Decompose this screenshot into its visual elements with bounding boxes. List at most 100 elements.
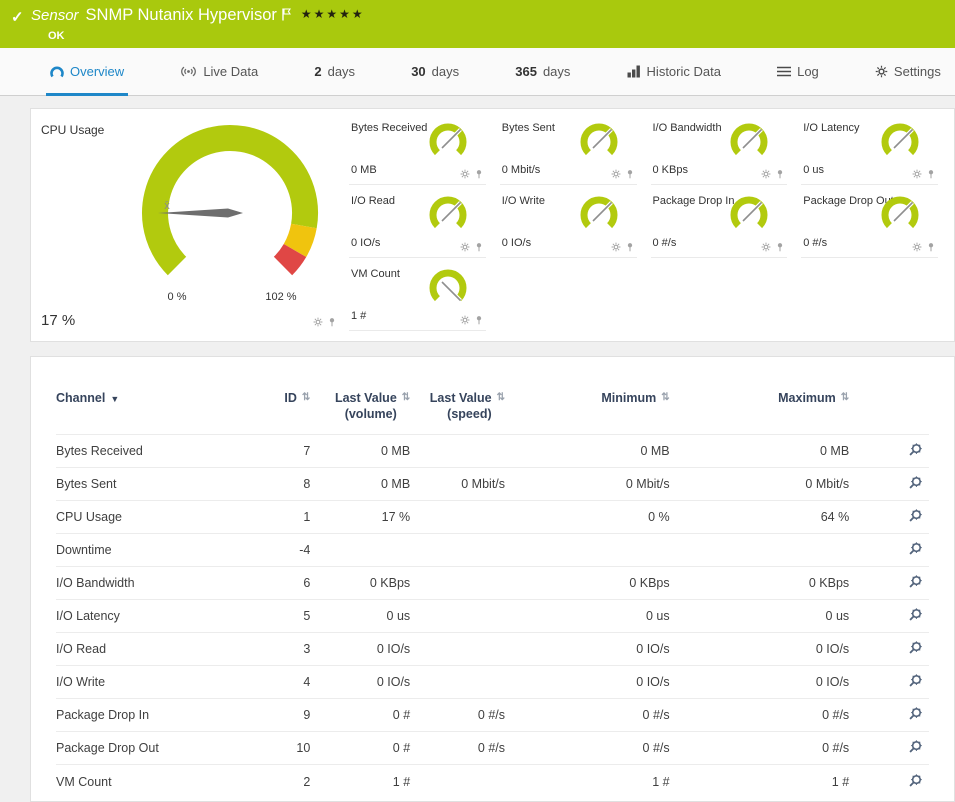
col-header-minimum[interactable]: Minimum ⇅	[505, 383, 670, 435]
minimum-value: 0 %	[505, 501, 670, 534]
last-value-volume: 0 KBps	[310, 567, 410, 600]
col-header-actions	[849, 383, 929, 435]
gauge-label: I/O Write	[502, 195, 545, 207]
gear-icon[interactable]	[460, 242, 470, 252]
tab-historic-data[interactable]: Historic Data	[627, 48, 721, 95]
tab-365-days[interactable]: 365 days	[515, 48, 570, 95]
maximum-value: 0 #/s	[670, 699, 850, 732]
channel-settings-icon[interactable]	[908, 773, 923, 788]
tab-30-days[interactable]: 30 days	[411, 48, 459, 95]
gear-icon[interactable]	[460, 169, 470, 179]
gear-icon[interactable]	[912, 169, 922, 179]
maximum-value: 0 MB	[670, 435, 850, 468]
channel-settings-icon[interactable]	[908, 442, 923, 457]
tab-label: Overview	[70, 64, 124, 79]
pin-icon[interactable]	[474, 315, 484, 325]
channel-settings-icon[interactable]	[908, 574, 923, 589]
table-row: Bytes Sent80 MB0 Mbit/s0 Mbit/s0 Mbit/s	[56, 468, 929, 501]
pin-icon[interactable]	[625, 169, 635, 179]
channel-name: Downtime	[56, 534, 226, 567]
channel-id: 10	[226, 732, 311, 765]
gauge-needle	[158, 209, 243, 218]
tab-overview[interactable]: Overview	[50, 48, 124, 95]
channel-settings-icon[interactable]	[908, 640, 923, 655]
last-value-speed	[410, 534, 505, 567]
tab-live-data[interactable]: Live Data	[180, 48, 258, 95]
gauge-value: 0 KBps	[653, 164, 688, 176]
channel-id: -4	[226, 534, 311, 567]
tab-number: 30	[411, 64, 425, 79]
channel-id: 3	[226, 633, 311, 666]
pin-icon[interactable]	[474, 242, 484, 252]
status-badge: OK	[48, 30, 65, 42]
gauge-value: 0 IO/s	[351, 237, 380, 249]
channel-name: I/O Write	[56, 666, 226, 699]
gear-icon[interactable]	[611, 169, 621, 179]
channel-settings-icon[interactable]	[908, 508, 923, 523]
sort-desc-icon[interactable]: ▼	[110, 394, 119, 404]
sort-icon[interactable]: ⇅	[841, 392, 849, 403]
col-header-maximum[interactable]: Maximum ⇅	[670, 383, 850, 435]
gauge-value: 0 us	[803, 164, 824, 176]
gauge-cell: Bytes Sent0 Mbit/s	[500, 112, 637, 185]
maximum-value: 1 #	[670, 765, 850, 798]
gear-icon[interactable]	[460, 315, 470, 325]
gauge-dial	[426, 120, 470, 164]
pin-icon[interactable]	[926, 169, 936, 179]
priority-stars[interactable]: ★★★★★	[301, 7, 365, 21]
channel-settings-icon[interactable]	[908, 706, 923, 721]
pin-icon[interactable]	[926, 242, 936, 252]
pin-icon[interactable]	[474, 169, 484, 179]
pin-icon[interactable]	[625, 242, 635, 252]
gauge-value: 0 IO/s	[502, 237, 531, 249]
col-header-last-value-volume[interactable]: Last Value (volume) ⇅	[310, 383, 410, 435]
tab-log[interactable]: Log	[777, 48, 819, 95]
channel-settings-icon[interactable]	[908, 673, 923, 688]
tab-settings[interactable]: Settings	[875, 48, 941, 95]
tab-label: days	[432, 64, 459, 79]
channel-settings-icon[interactable]	[908, 607, 923, 622]
last-value-volume: 0 us	[310, 600, 410, 633]
channel-name: Package Drop Out	[56, 732, 226, 765]
table-row: I/O Read30 IO/s0 IO/s0 IO/s	[56, 633, 929, 666]
gear-icon[interactable]	[761, 242, 771, 252]
pin-icon[interactable]	[775, 169, 785, 179]
gauge-label: VM Count	[351, 268, 400, 280]
last-value-volume: 0 MB	[310, 468, 410, 501]
col-header-id[interactable]: ID ⇅	[226, 383, 311, 435]
sort-icon[interactable]: ⇅	[402, 392, 410, 403]
broadcast-icon	[180, 65, 197, 78]
channel-settings-icon[interactable]	[908, 739, 923, 754]
minimum-value: 0 IO/s	[505, 666, 670, 699]
gauge-cell: VM Count1 #	[349, 258, 486, 331]
table-row: VM Count21 #1 #1 #	[56, 765, 929, 798]
channel-name: Bytes Received	[56, 435, 226, 468]
cpu-gauge-dial: x̄	[115, 113, 345, 313]
channel-settings-icon[interactable]	[908, 475, 923, 490]
sort-icon[interactable]: ⇅	[302, 392, 310, 403]
sort-icon[interactable]: ⇅	[661, 392, 669, 403]
gauges-panel: CPU Usage x̄ 0 % 102 % 17 % Bytes Receiv…	[30, 108, 955, 342]
gauge-cell: I/O Write 0 IO/s	[500, 185, 637, 258]
pin-icon[interactable]	[327, 317, 337, 327]
gear-icon[interactable]	[761, 169, 771, 179]
sort-icon[interactable]: ⇅	[497, 392, 505, 403]
gauge-value: 0 #/s	[803, 237, 827, 249]
tab-label: Settings	[894, 64, 941, 79]
last-value-volume: 0 IO/s	[310, 666, 410, 699]
gear-icon[interactable]	[611, 242, 621, 252]
gauge-cell: I/O Read0 IO/s	[349, 185, 486, 258]
gauge-cell-actions	[460, 169, 484, 179]
last-value-volume: 0 MB	[310, 435, 410, 468]
gear-icon[interactable]	[313, 317, 323, 327]
pin-icon[interactable]	[775, 242, 785, 252]
last-value-speed	[410, 501, 505, 534]
col-header-last-value-speed[interactable]: Last Value (speed) ⇅	[410, 383, 505, 435]
col-header-channel[interactable]: Channel ▼	[56, 383, 226, 435]
gauge-cell-actions	[313, 317, 337, 327]
channel-settings-icon[interactable]	[908, 541, 923, 556]
gear-icon[interactable]	[912, 242, 922, 252]
channel-table: Channel ▼ ID ⇅ Last Value (volume)	[56, 383, 929, 798]
flag-icon[interactable]	[282, 8, 291, 21]
tab-2-days[interactable]: 2 days	[314, 48, 355, 95]
